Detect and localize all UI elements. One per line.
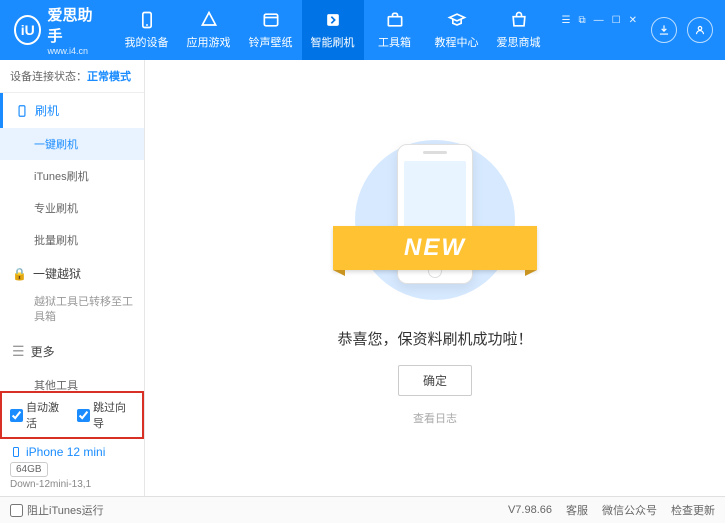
block-itunes-checkbox[interactable]: 阻止iTunes运行 xyxy=(10,502,104,518)
sidebar-head-more[interactable]: ☰ 更多 xyxy=(0,334,144,369)
device-model: Down-12mini-13,1 xyxy=(10,479,134,490)
logo-icon: iU xyxy=(14,15,41,45)
sidebar-head-flash[interactable]: 刷机 xyxy=(0,93,144,128)
header-right: ☰ ⧉ — ☐ ✕ xyxy=(550,15,725,46)
version-label: V7.98.66 xyxy=(508,504,552,516)
window-controls: ☰ ⧉ — ☐ ✕ xyxy=(562,15,637,26)
sidebar-head-jailbreak[interactable]: 🔒 一键越狱 xyxy=(0,256,144,291)
main-nav: 我的设备 应用游戏 铃声壁纸 智能刷机 工具箱 教程中心 爱思商城 xyxy=(116,0,550,60)
nav-apps-games[interactable]: 应用游戏 xyxy=(178,0,240,60)
maximize-icon[interactable]: ☐ xyxy=(612,15,621,26)
close-icon[interactable]: ✕ xyxy=(629,15,637,26)
device-name: iPhone 12 mini xyxy=(10,445,134,459)
success-message: 恭喜您，保资料刷机成功啦！ xyxy=(337,328,532,349)
sidebar-item-other-tools[interactable]: 其他工具 xyxy=(0,369,144,391)
phone-icon xyxy=(10,446,22,458)
sidebar-item-pro-flash[interactable]: 专业刷机 xyxy=(0,192,144,224)
sidebar: 设备连接状态：正常模式 刷机 一键刷机 iTunes刷机 专业刷机 批量刷机 🔒… xyxy=(0,60,145,496)
list-icon: ☰ xyxy=(12,343,25,360)
connection-status: 设备连接状态：正常模式 xyxy=(0,60,144,93)
download-button[interactable] xyxy=(651,17,677,43)
sidebar-item-itunes-flash[interactable]: iTunes刷机 xyxy=(0,160,144,192)
phone-icon xyxy=(15,104,29,118)
confirm-button[interactable]: 确定 xyxy=(398,365,472,396)
storage-badge: 64GB xyxy=(10,462,48,477)
main-content: NEW 恭喜您，保资料刷机成功啦！ 确定 查看日志 xyxy=(145,60,725,496)
footer: 阻止iTunes运行 V7.98.66 客服 微信公众号 检查更新 xyxy=(0,496,725,523)
nav-toolbox[interactable]: 工具箱 xyxy=(364,0,426,60)
app-url: www.i4.cn xyxy=(47,46,101,56)
app-name: 爱思助手 xyxy=(47,4,101,46)
lock-icon: 🔒 xyxy=(12,267,27,281)
menu-icon[interactable]: ☰ xyxy=(562,15,571,26)
checkbox-auto-activate[interactable]: 自动激活 xyxy=(10,399,67,431)
wechat-link[interactable]: 微信公众号 xyxy=(602,502,657,518)
device-info[interactable]: iPhone 12 mini 64GB Down-12mini-13,1 xyxy=(0,439,144,496)
sidebar-item-oneclick-flash[interactable]: 一键刷机 xyxy=(0,128,144,160)
nav-tutorial[interactable]: 教程中心 xyxy=(426,0,488,60)
nav-my-device[interactable]: 我的设备 xyxy=(116,0,178,60)
nav-ringtone-wallpaper[interactable]: 铃声壁纸 xyxy=(240,0,302,60)
new-ribbon: NEW xyxy=(333,226,537,270)
check-update-link[interactable]: 检查更新 xyxy=(671,502,715,518)
checkbox-row: 自动激活 跳过向导 xyxy=(0,391,144,439)
connection-mode: 正常模式 xyxy=(87,71,131,83)
app-header: iU 爱思助手 www.i4.cn 我的设备 应用游戏 铃声壁纸 智能刷机 工具… xyxy=(0,0,725,60)
minimize-icon[interactable]: — xyxy=(594,15,604,26)
lock-pin-icon[interactable]: ⧉ xyxy=(579,15,586,26)
user-button[interactable] xyxy=(687,17,713,43)
nav-smart-flash[interactable]: 智能刷机 xyxy=(302,0,364,60)
view-log-link[interactable]: 查看日志 xyxy=(413,410,457,426)
phone-illustration: NEW xyxy=(345,130,525,310)
checkbox-skip-guide[interactable]: 跳过向导 xyxy=(77,399,134,431)
nav-shop[interactable]: 爱思商城 xyxy=(488,0,550,60)
sidebar-item-batch-flash[interactable]: 批量刷机 xyxy=(0,224,144,256)
customer-service-link[interactable]: 客服 xyxy=(566,502,588,518)
jailbreak-note: 越狱工具已转移至工具箱 xyxy=(0,291,144,334)
logo-area: iU 爱思助手 www.i4.cn xyxy=(0,4,116,56)
